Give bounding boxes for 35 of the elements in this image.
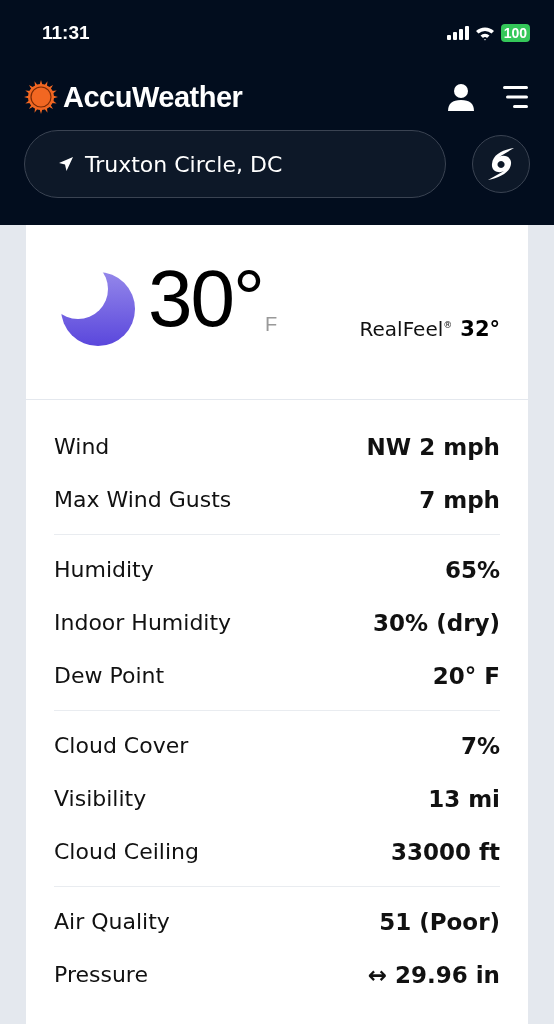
detail-value: 7 mph: [419, 486, 500, 513]
hurricane-icon: [487, 147, 515, 181]
brand-name: AccuWeather: [63, 80, 243, 114]
detail-value: 7%: [460, 732, 500, 759]
detail-value: ↔ 29.96 in: [367, 961, 500, 988]
wifi-icon: [474, 25, 495, 41]
signal-icon: [446, 26, 469, 40]
status-time: 11:31: [42, 22, 90, 44]
detail-value: 30% (dry): [373, 609, 500, 636]
detail-label: Visibility: [54, 786, 147, 811]
detail-value: 13 mi: [428, 785, 500, 812]
detail-label: Air Quality: [54, 909, 170, 934]
detail-label: Wind: [54, 434, 110, 459]
temperature: 30°: [148, 259, 263, 339]
menu-icon[interactable]: [503, 86, 528, 108]
detail-label: Max Wind Gusts: [54, 487, 232, 512]
realfeel-label: RealFeel$^{®}$: [359, 317, 453, 341]
detail-label: Dew Point: [54, 663, 165, 688]
detail-label: Humidity: [54, 557, 154, 582]
account-icon[interactable]: [447, 83, 475, 111]
detail-label: Cloud Cover: [54, 733, 189, 758]
detail-value: 65%: [444, 556, 500, 583]
detail-value: 33000 ft: [390, 838, 500, 865]
detail-label: Cloud Ceiling: [54, 839, 199, 864]
detail-value: 51 (Poor): [379, 908, 500, 935]
sun-logo-icon: [24, 80, 58, 114]
battery-level: 100: [500, 24, 530, 42]
detail-label: Indoor Humidity: [54, 610, 232, 635]
detail-value: 20° F: [432, 662, 500, 689]
location-search-field[interactable]: Truxton Circle, DC: [24, 130, 446, 198]
temperature-unit: F: [265, 313, 278, 336]
realfeel-value: 32°: [460, 317, 500, 341]
detail-value: NW 2 mph: [366, 433, 500, 460]
detail-label: Pressure: [54, 962, 148, 987]
location-arrow-icon: [59, 157, 73, 171]
